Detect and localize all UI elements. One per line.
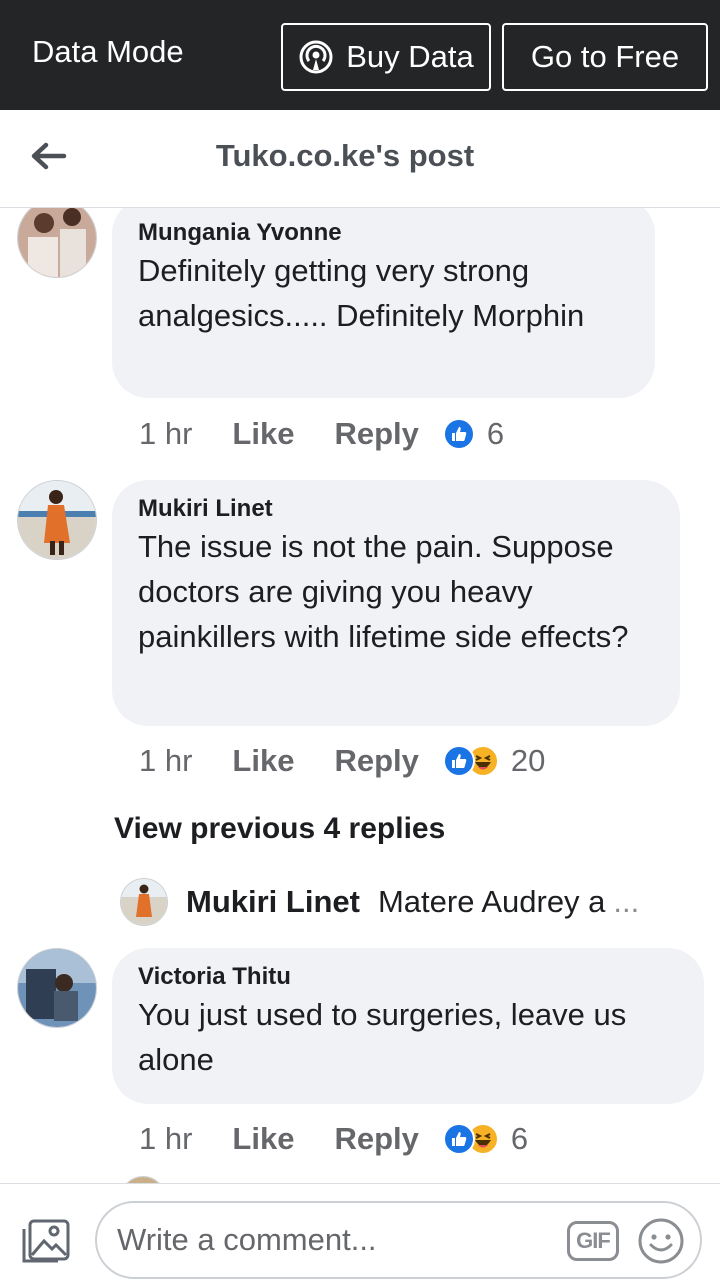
comment-text: The issue is not the pain. Suppose docto…	[138, 529, 629, 654]
reaction-count: 6	[510, 1121, 529, 1156]
comment-author[interactable]: Victoria Thitu	[138, 962, 678, 992]
photo-icon[interactable]	[20, 1217, 72, 1265]
like-button[interactable]: Like	[232, 1121, 294, 1157]
avatar[interactable]	[17, 948, 97, 1028]
comment-actions: 1 hr Like Reply 20	[139, 741, 545, 781]
latest-reply[interactable]: Mukiri Linet Matere Audrey a ...	[120, 878, 639, 926]
reply-button[interactable]: Reply	[334, 416, 418, 452]
comment-actions: 1 hr Like Reply 6	[139, 414, 504, 454]
page-title: Tuko.co.ke's post	[215, 138, 475, 173]
thumbs-up-icon	[442, 1123, 475, 1155]
data-mode-bar: Data Mode Buy Data Go to Free	[0, 0, 720, 110]
comment-input[interactable]	[117, 1203, 547, 1277]
comment-composer: GIF	[0, 1183, 720, 1286]
thumbs-up-icon	[442, 745, 475, 777]
avatar[interactable]	[120, 878, 168, 926]
reaction-count: 20	[510, 743, 546, 778]
avatar[interactable]	[17, 208, 97, 278]
comment-text: You just used to surgeries, leave us alo…	[138, 997, 627, 1077]
avatar[interactable]	[17, 480, 97, 560]
comment-time[interactable]: 1 hr	[139, 743, 192, 779]
go-to-free-button[interactable]: Go to Free	[502, 23, 708, 91]
thumbs-up-icon	[442, 418, 475, 450]
go-to-free-label: Go to Free	[530, 39, 680, 74]
comment-bubble: Mukiri Linet The issue is not the pain. …	[112, 480, 680, 726]
like-button[interactable]: Like	[232, 743, 294, 779]
reply-text: Matere Audrey a	[377, 884, 606, 919]
reply-button[interactable]: Reply	[334, 1121, 418, 1157]
smiley-icon[interactable]	[637, 1217, 685, 1265]
comment-input-wrapper: GIF	[95, 1201, 702, 1279]
like-button[interactable]: Like	[232, 416, 294, 452]
comment-time[interactable]: 1 hr	[139, 416, 192, 452]
gif-button[interactable]: GIF	[567, 1221, 619, 1261]
comment-author[interactable]: Mungania Yvonne	[138, 218, 629, 248]
comment-author[interactable]: Mukiri Linet	[138, 494, 654, 524]
avatar[interactable]	[120, 1176, 166, 1183]
comment-actions: 1 hr Like Reply 6	[139, 1119, 528, 1159]
view-previous-replies-link[interactable]: View previous 4 replies	[114, 812, 445, 846]
data-mode-label: Data Mode	[32, 34, 184, 69]
post-header: Tuko.co.ke's post	[0, 110, 720, 208]
comment-bubble: Victoria Thitu You just used to surgerie…	[112, 948, 704, 1104]
reactions[interactable]: 20	[442, 743, 546, 779]
broadcast-icon	[298, 39, 334, 75]
reply-author[interactable]: Mukiri Linet	[186, 884, 360, 920]
reactions[interactable]: 6	[442, 1121, 529, 1157]
comments-list[interactable]: Mungania Yvonne Definitely getting very …	[0, 208, 720, 1183]
reply-ellipsis: ...	[613, 884, 640, 919]
reaction-count: 6	[486, 416, 505, 451]
comment-text: Definitely getting very strong analgesic…	[138, 253, 585, 333]
comment-time[interactable]: 1 hr	[139, 1121, 192, 1157]
reply-button[interactable]: Reply	[334, 743, 418, 779]
reactions[interactable]: 6	[442, 416, 505, 452]
buy-data-button[interactable]: Buy Data	[281, 23, 491, 91]
buy-data-label: Buy Data	[346, 39, 474, 74]
comment-bubble: Mungania Yvonne Definitely getting very …	[112, 208, 655, 398]
